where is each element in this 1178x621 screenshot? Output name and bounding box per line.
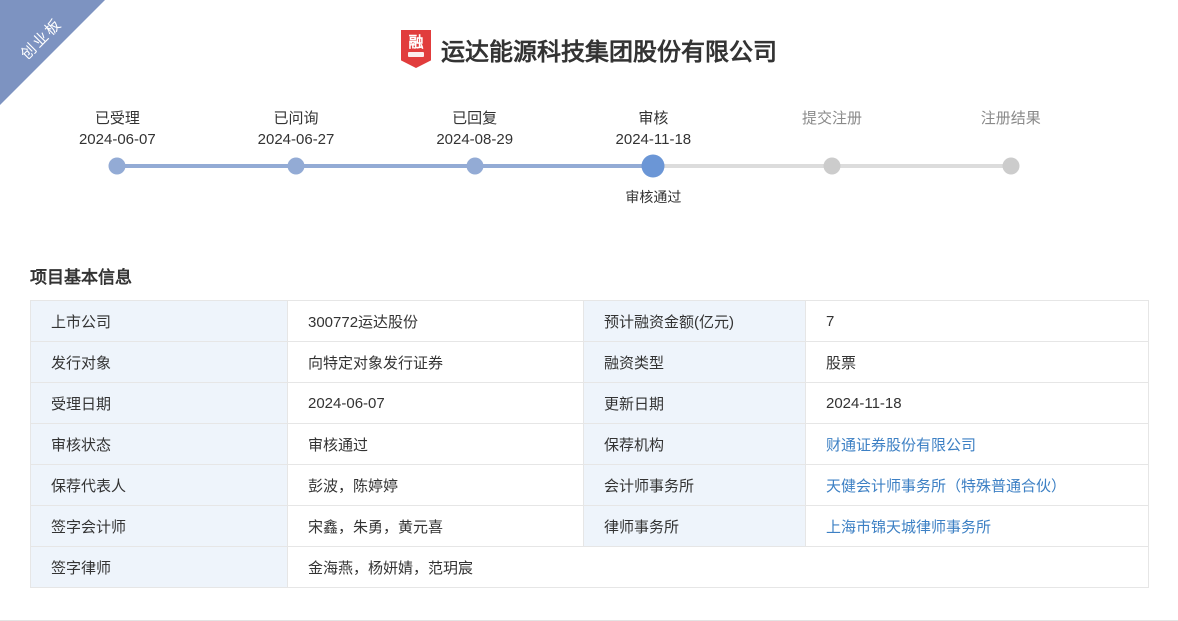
timeline-segment [475, 164, 564, 168]
timeline-segment [385, 164, 474, 168]
step-date [921, 129, 1100, 151]
timeline-step-accepted: 已受理 2024-06-07 [28, 108, 207, 205]
info-value: 彭波，陈婷婷 [288, 465, 584, 506]
info-label: 预计融资金额(亿元) [584, 301, 806, 342]
info-value: 7 [806, 301, 1149, 342]
step-dot [288, 158, 305, 175]
timeline-segment [832, 164, 921, 168]
timeline-step-submit-registration: 提交注册 [743, 108, 922, 205]
info-value: 2024-11-18 [806, 383, 1149, 424]
info-value: 审核通过 [288, 424, 584, 465]
step-label: 已受理 [28, 108, 207, 129]
financing-badge-char: 融 [408, 35, 423, 50]
info-label: 签字律师 [31, 547, 288, 588]
step-dot [109, 158, 126, 175]
timeline-step-replied: 已回复 2024-08-29 [385, 108, 564, 205]
sponsor-org-link[interactable]: 财通证券股份有限公司 [826, 437, 976, 454]
timeline-step-review: 审核 2024-11-18 审核通过 [564, 108, 743, 205]
info-label: 会计师事务所 [584, 465, 806, 506]
section-title-basic-info: 项目基本信息 [30, 263, 1178, 288]
info-value: 金海燕，杨妍婧，范玥宸 [288, 547, 1149, 588]
law-firm-link[interactable]: 上海市锦天城律师事务所 [826, 519, 991, 536]
table-row: 保荐代表人 彭波，陈婷婷 会计师事务所 天健会计师事务所（特殊普通合伙） [31, 465, 1149, 506]
info-value: 300772运达股份 [288, 301, 584, 342]
timeline-segment [296, 164, 385, 168]
table-row: 审核状态 审核通过 保荐机构 财通证券股份有限公司 [31, 424, 1149, 465]
financing-badge-subtext [408, 52, 424, 57]
info-value: 股票 [806, 342, 1149, 383]
step-label: 提交注册 [743, 108, 922, 129]
info-label: 保荐代表人 [31, 465, 288, 506]
timeline-segment [117, 164, 206, 168]
info-label: 发行对象 [31, 342, 288, 383]
step-date: 2024-06-07 [28, 129, 207, 151]
step-dot [824, 158, 841, 175]
info-label: 保荐机构 [584, 424, 806, 465]
step-date: 2024-08-29 [385, 129, 564, 151]
step-label: 审核 [564, 108, 743, 129]
info-label: 审核状态 [31, 424, 288, 465]
step-dot-active [642, 155, 665, 178]
timeline-step-inquired: 已问询 2024-06-27 [207, 108, 386, 205]
info-value: 宋鑫，朱勇，黄元喜 [288, 506, 584, 547]
step-label: 已回复 [385, 108, 564, 129]
info-label: 签字会计师 [31, 506, 288, 547]
accounting-firm-link[interactable]: 天健会计师事务所（特殊普通合伙） [826, 478, 1066, 495]
timeline-segment [207, 164, 296, 168]
table-row: 发行对象 向特定对象发行证券 融资类型 股票 [31, 342, 1149, 383]
table-row: 签字律师 金海燕，杨妍婧，范玥宸 [31, 547, 1149, 588]
timeline-segment [653, 164, 742, 168]
step-dot [466, 158, 483, 175]
page-header: 融 运达能源科技集团股份有限公司 [0, 0, 1178, 68]
info-value: 向特定对象发行证券 [288, 342, 584, 383]
step-label: 已问询 [207, 108, 386, 129]
info-label: 受理日期 [31, 383, 288, 424]
timeline-segment [921, 164, 1010, 168]
review-result-label: 审核通过 [564, 187, 743, 205]
step-date: 2024-06-27 [207, 129, 386, 151]
progress-timeline: 已受理 2024-06-07 已问询 2024-06-27 已回复 2024-0… [28, 108, 1100, 205]
timeline-segment [564, 164, 653, 168]
timeline-segment [743, 164, 832, 168]
table-row: 上市公司 300772运达股份 预计融资金额(亿元) 7 [31, 301, 1149, 342]
page-title: 运达能源科技集团股份有限公司 [441, 32, 777, 67]
info-label: 律师事务所 [584, 506, 806, 547]
step-dot [1002, 158, 1019, 175]
info-label: 融资类型 [584, 342, 806, 383]
step-label: 注册结果 [921, 108, 1100, 129]
info-label: 上市公司 [31, 301, 288, 342]
info-label: 更新日期 [584, 383, 806, 424]
step-date [743, 129, 922, 151]
page: 创业板 融 运达能源科技集团股份有限公司 已受理 2024-06-07 已问询 … [0, 0, 1178, 621]
table-row: 受理日期 2024-06-07 更新日期 2024-11-18 [31, 383, 1149, 424]
timeline-step-registration-result: 注册结果 [921, 108, 1100, 205]
info-value: 2024-06-07 [288, 383, 584, 424]
step-date: 2024-11-18 [564, 129, 743, 151]
financing-badge-icon: 融 [401, 30, 431, 68]
project-info-table: 上市公司 300772运达股份 预计融资金额(亿元) 7 发行对象 向特定对象发… [30, 300, 1149, 588]
table-row: 签字会计师 宋鑫，朱勇，黄元喜 律师事务所 上海市锦天城律师事务所 [31, 506, 1149, 547]
